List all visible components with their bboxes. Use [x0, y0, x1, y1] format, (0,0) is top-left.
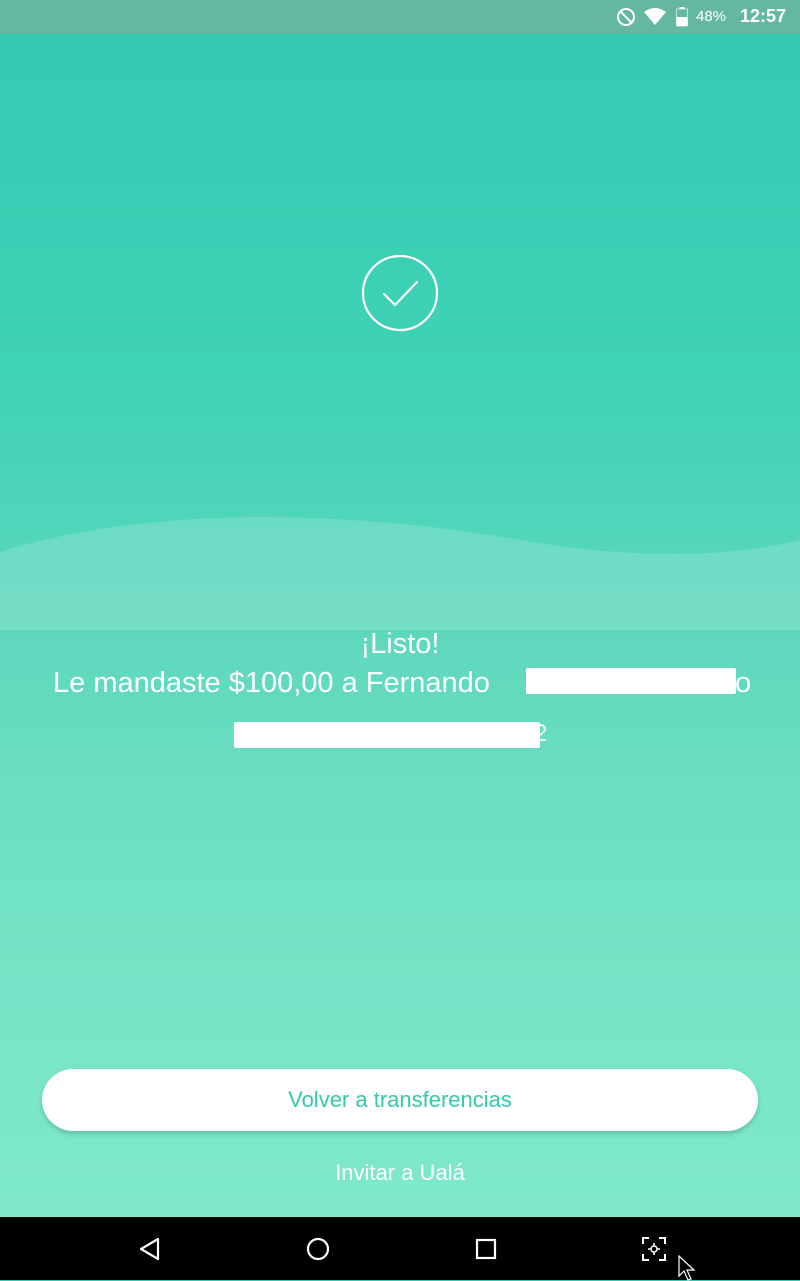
redacted-tail-text: o: [735, 667, 752, 699]
redacted-tail-text-2: 2: [534, 720, 548, 747]
recents-icon[interactable]: [470, 1233, 502, 1265]
success-title: ¡Listo!: [360, 628, 440, 660]
redacted-recipient-name: [526, 668, 736, 694]
battery-percent: 48%: [696, 8, 727, 25]
system-navigation-bar: [0, 1217, 800, 1281]
do-not-disturb-icon: [617, 8, 635, 26]
screenshot-icon[interactable]: [638, 1233, 670, 1265]
mouse-pointer-icon: [678, 1255, 696, 1281]
home-icon[interactable]: [302, 1233, 334, 1265]
invite-uala-link[interactable]: Invitar a Ualá: [0, 1160, 800, 1186]
wifi-icon: [644, 8, 666, 25]
status-bar: 48% 12:57: [0, 0, 800, 34]
battery-icon: [676, 7, 688, 27]
background-wave: [0, 517, 800, 630]
redacted-recipient-detail: [234, 722, 540, 748]
checkmark-circle-icon: [361, 254, 439, 332]
back-to-transfers-button[interactable]: Volver a transferencias: [42, 1069, 758, 1131]
status-clock: 12:57: [740, 6, 787, 26]
back-icon[interactable]: [134, 1233, 166, 1265]
transfer-message: Le mandaste $100,00 a Fernando: [53, 667, 490, 699]
back-to-transfers-label: Volver a transferencias: [288, 1087, 512, 1112]
